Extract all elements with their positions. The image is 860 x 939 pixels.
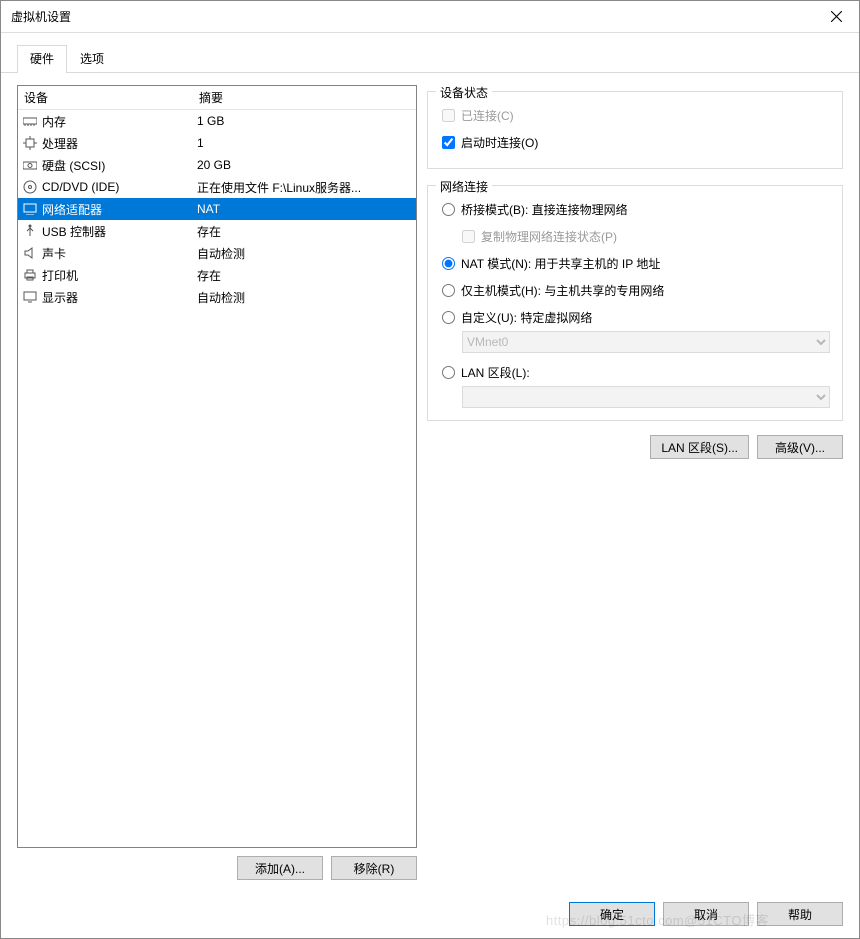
hostonly-label: 仅主机模式(H): 与主机共享的专用网络 [461, 282, 664, 299]
device-name: 打印机 [42, 267, 197, 284]
list-item[interactable]: 硬盘 (SCSI) 20 GB [18, 154, 416, 176]
hdd-icon [22, 157, 38, 173]
device-summary: 正在使用文件 F:\Linux服务器... [197, 179, 416, 196]
hostonly-radio[interactable] [442, 284, 455, 297]
tabs: 硬件 选项 [1, 33, 859, 73]
content-area: 设备 摘要 内存 1 GB 处理器 1 硬盘 (SCSI) 20 GB [1, 73, 859, 892]
replicate-checkbox [462, 230, 475, 243]
device-list[interactable]: 设备 摘要 内存 1 GB 处理器 1 硬盘 (SCSI) 20 GB [17, 85, 417, 848]
cancel-button[interactable]: 取消 [663, 902, 749, 926]
device-name: 内存 [42, 113, 197, 130]
tab-options-label: 选项 [80, 52, 104, 66]
close-button[interactable] [814, 1, 859, 33]
connect-power-checkbox[interactable] [442, 136, 455, 149]
tab-hardware[interactable]: 硬件 [17, 45, 67, 73]
tab-options[interactable]: 选项 [67, 45, 117, 72]
connect-power-label: 启动时连接(O) [461, 134, 538, 151]
window-title: 虚拟机设置 [11, 8, 71, 25]
lan-segments-button[interactable]: LAN 区段(S)... [650, 435, 749, 459]
list-header: 设备 摘要 [18, 86, 416, 110]
device-name: USB 控制器 [42, 223, 197, 240]
device-name: 显示器 [42, 289, 197, 306]
device-summary: 1 [197, 136, 416, 150]
lanseg-label: LAN 区段(L): [461, 364, 530, 381]
replicate-label: 复制物理网络连接状态(P) [481, 228, 617, 245]
disc-icon [22, 179, 38, 195]
device-name: 硬盘 (SCSI) [42, 157, 197, 174]
device-summary: 存在 [197, 223, 416, 240]
memory-icon [22, 113, 38, 129]
lanseg-select [462, 386, 830, 408]
device-state-title: 设备状态 [436, 84, 492, 101]
list-item[interactable]: 处理器 1 [18, 132, 416, 154]
close-icon [831, 11, 842, 22]
list-item[interactable]: 内存 1 GB [18, 110, 416, 132]
device-name: 网络适配器 [42, 201, 197, 218]
list-item[interactable]: CD/DVD (IDE) 正在使用文件 F:\Linux服务器... [18, 176, 416, 198]
col-summary: 摘要 [193, 86, 229, 109]
device-summary: 自动检测 [197, 245, 416, 262]
device-summary: 20 GB [197, 158, 416, 172]
list-item[interactable]: 网络适配器 NAT [18, 198, 416, 220]
device-name: 处理器 [42, 135, 197, 152]
sound-icon [22, 245, 38, 261]
ok-button[interactable]: 确定 [569, 902, 655, 926]
add-button[interactable]: 添加(A)... [237, 856, 323, 880]
titlebar: 虚拟机设置 [1, 1, 859, 33]
device-summary: 1 GB [197, 114, 416, 128]
nat-label: NAT 模式(N): 用于共享主机的 IP 地址 [461, 255, 660, 272]
list-item[interactable]: 打印机 存在 [18, 264, 416, 286]
custom-radio[interactable] [442, 311, 455, 324]
custom-vmnet-select: VMnet0 [462, 331, 830, 353]
device-name: CD/DVD (IDE) [42, 180, 197, 194]
left-buttons: 添加(A)... 移除(R) [17, 848, 417, 880]
cpu-icon [22, 135, 38, 151]
display-icon [22, 289, 38, 305]
lanseg-radio[interactable] [442, 366, 455, 379]
bottom-bar: 确定 取消 帮助 [1, 892, 859, 938]
left-panel: 设备 摘要 内存 1 GB 处理器 1 硬盘 (SCSI) 20 GB [17, 85, 417, 880]
device-summary: 存在 [197, 267, 416, 284]
network-connection-group: 网络连接 桥接模式(B): 直接连接物理网络 复制物理网络连接状态(P) NAT… [427, 185, 843, 421]
bridged-label: 桥接模式(B): 直接连接物理网络 [461, 201, 628, 218]
connected-label: 已连接(C) [461, 107, 514, 124]
connected-checkbox [442, 109, 455, 122]
advanced-button[interactable]: 高级(V)... [757, 435, 843, 459]
tab-hardware-label: 硬件 [30, 52, 54, 66]
network-icon [22, 201, 38, 217]
bridged-radio[interactable] [442, 203, 455, 216]
nat-radio[interactable] [442, 257, 455, 270]
device-state-group: 设备状态 已连接(C) 启动时连接(O) [427, 91, 843, 169]
right-buttons: LAN 区段(S)... 高级(V)... [427, 431, 843, 463]
list-item[interactable]: 显示器 自动检测 [18, 286, 416, 308]
printer-icon [22, 267, 38, 283]
help-button[interactable]: 帮助 [757, 902, 843, 926]
list-item[interactable]: USB 控制器 存在 [18, 220, 416, 242]
col-device: 设备 [18, 86, 193, 109]
net-conn-title: 网络连接 [436, 178, 492, 195]
settings-window: 虚拟机设置 硬件 选项 设备 摘要 内存 1 GB 处理器 [0, 0, 860, 939]
right-panel: 设备状态 已连接(C) 启动时连接(O) 网络连接 桥接模式(B): 直接连接物… [427, 85, 843, 880]
list-item[interactable]: 声卡 自动检测 [18, 242, 416, 264]
remove-button[interactable]: 移除(R) [331, 856, 417, 880]
device-name: 声卡 [42, 245, 197, 262]
usb-icon [22, 223, 38, 239]
device-summary: NAT [197, 202, 416, 216]
device-summary: 自动检测 [197, 289, 416, 306]
custom-label: 自定义(U): 特定虚拟网络 [461, 309, 592, 326]
